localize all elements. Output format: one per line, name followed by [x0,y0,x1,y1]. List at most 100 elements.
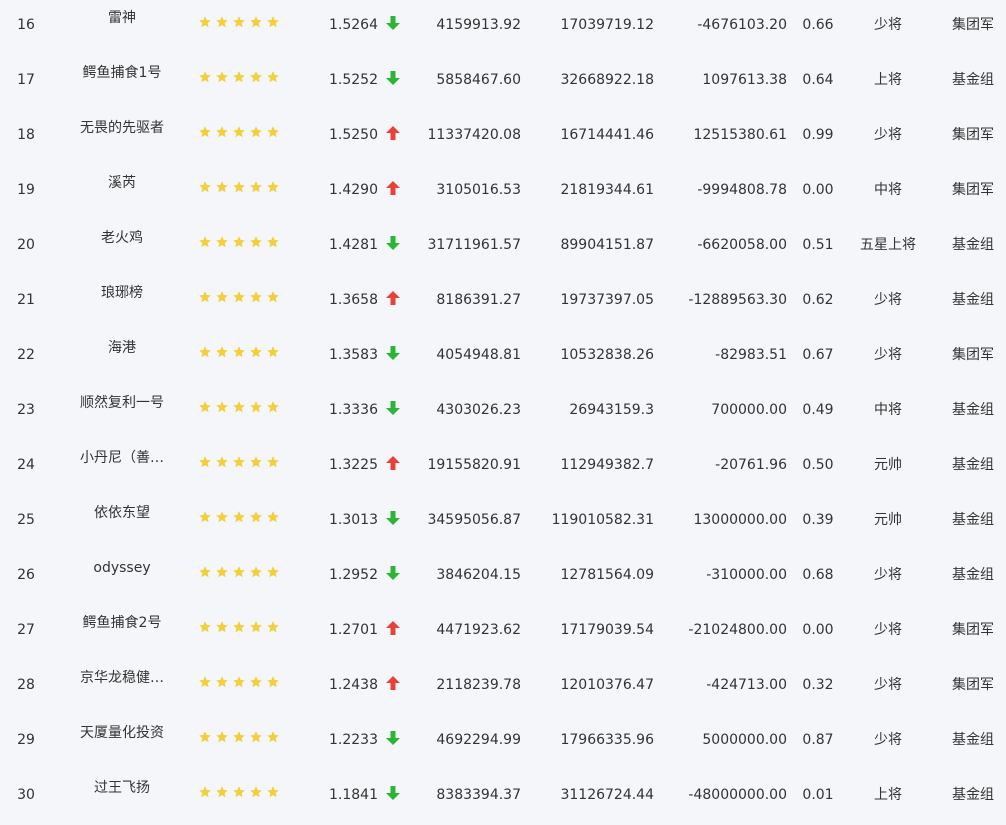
star-icon [216,786,228,798]
star-icon [199,511,211,523]
amount-a: 11337420.08 [427,127,521,143]
account-name[interactable]: 天厦量化投资 [62,724,182,742]
arrow-down-icon [386,71,400,85]
account-name[interactable]: 京华龙稳健… [62,669,182,687]
amount-a: 4692294.99 [436,732,521,748]
star-icon [233,16,245,28]
amount-a: 4471923.62 [436,622,521,638]
star-icon [233,181,245,193]
star-icon [199,401,211,413]
star-icon [216,126,228,138]
star-icon [216,181,228,193]
star-icon [216,731,228,743]
star-icon [216,291,228,303]
level-name: 少将 [874,292,902,308]
ratio: 0.00 [802,182,834,198]
star-icon [250,401,262,413]
rank-number: 30 [17,787,35,803]
table-row[interactable]: 16 雷神 1.5264 4159913.92 17039719.12 -4676103.… [0,0,1006,55]
star-rating [198,675,280,689]
level-name: 少将 [874,732,902,748]
group-name: 基金组 [952,732,994,748]
amount-b: 26943159.3 [569,402,654,418]
account-name[interactable]: 无畏的先驱者 [62,119,182,137]
star-icon [250,236,262,248]
account-name[interactable]: odyssey [62,559,182,577]
star-rating [198,455,280,469]
group-name: 基金组 [952,787,994,803]
star-icon [250,511,262,523]
account-name[interactable]: 老火鸡 [62,229,182,247]
ratio: 0.87 [802,732,834,748]
star-icon [233,126,245,138]
ratio: 0.66 [802,17,834,33]
account-name[interactable]: 琅琊榜 [62,284,182,302]
table-row[interactable]: 27 鳄鱼捕食2号 1.2701 4471923.62 17179039.54 -2102… [0,605,1006,660]
net-value: 1.2438 [329,677,378,693]
star-icon [199,126,211,138]
table-row[interactable]: 30 过王飞扬 1.1841 8383394.37 31126724.44 -480000… [0,770,1006,825]
arrow-down-icon [386,236,400,250]
ratio: 0.62 [802,292,834,308]
account-name[interactable]: 雷神 [62,9,182,27]
star-icon [250,731,262,743]
net-value: 1.1841 [329,787,378,803]
star-icon [267,786,279,798]
account-name[interactable]: 鳄鱼捕食2号 [62,614,182,632]
table-row[interactable]: 18 无畏的先驱者 1.5250 11337420.08 16714441.46 1251… [0,110,1006,165]
arrow-down-icon [386,401,400,415]
account-name[interactable]: 顺然复利一号 [62,394,182,412]
amount-c: -12889563.30 [688,292,787,308]
table-row[interactable]: 23 顺然复利一号 1.3336 4303026.23 26943159.3 700000… [0,385,1006,440]
level-name: 少将 [874,622,902,638]
star-rating [198,785,280,799]
table-row[interactable]: 21 琅琊榜 1.3658 8186391.27 19737397.05 -1288956… [0,275,1006,330]
account-name[interactable]: 海港 [62,339,182,357]
amount-c: 13000000.00 [693,512,787,528]
account-name[interactable]: 鳄鱼捕食1号 [62,64,182,82]
amount-b: 31126724.44 [560,787,654,803]
net-value: 1.3225 [329,457,378,473]
star-rating [198,235,280,249]
account-name[interactable]: 小丹尼（善… [62,449,182,467]
level-name: 上将 [874,72,902,88]
arrow-down-icon [386,346,400,360]
amount-a: 5858467.60 [436,72,521,88]
amount-a: 31711961.57 [427,237,521,253]
table-row[interactable]: 19 溪芮 1.4290 3105016.53 21819344.61 -9994808.… [0,165,1006,220]
star-icon [199,236,211,248]
table-row[interactable]: 17 鳄鱼捕食1号 1.5252 5858467.60 32668922.18 10976… [0,55,1006,110]
net-value: 1.5264 [329,17,378,33]
arrow-down-icon [386,731,400,745]
net-value: 1.2952 [329,567,378,583]
level-name: 少将 [874,347,902,363]
rank-number: 19 [17,182,35,198]
account-name[interactable]: 依依东望 [62,504,182,522]
table-row[interactable]: 25 依依东望 1.3013 34595056.87 119010582.31 13000… [0,495,1006,550]
table-row[interactable]: 29 天厦量化投资 1.2233 4692294.99 17966335.96 50000… [0,715,1006,770]
star-icon [199,346,211,358]
star-icon [233,731,245,743]
table-row[interactable]: 20 老火鸡 1.4281 31711961.57 89904151.87 -662005… [0,220,1006,275]
star-rating [198,290,280,304]
arrow-up-icon [386,291,400,305]
group-name: 集团军 [952,17,994,33]
table-row[interactable]: 24 小丹尼（善… 1.3225 19155820.91 112949382.7 -207… [0,440,1006,495]
table-row[interactable]: 26 odyssey 1.2952 3846204.15 12781564.09 -310… [0,550,1006,605]
star-icon [267,236,279,248]
amount-b: 17966335.96 [560,732,654,748]
star-icon [233,676,245,688]
star-icon [216,456,228,468]
net-value: 1.2233 [329,732,378,748]
table-row[interactable]: 28 京华龙稳健… 1.2438 2118239.78 12010376.47 -4247… [0,660,1006,715]
arrow-down-icon [386,16,400,30]
amount-a: 19155820.91 [427,457,521,473]
net-value: 1.5250 [329,127,378,143]
account-name[interactable]: 溪芮 [62,174,182,192]
rank-number: 26 [17,567,35,583]
amount-b: 12781564.09 [560,567,654,583]
table-row[interactable]: 22 海港 1.3583 4054948.81 10532838.26 -82983.51… [0,330,1006,385]
account-name[interactable]: 过王飞扬 [62,779,182,797]
amount-a: 3105016.53 [436,182,521,198]
rank-number: 24 [17,457,35,473]
